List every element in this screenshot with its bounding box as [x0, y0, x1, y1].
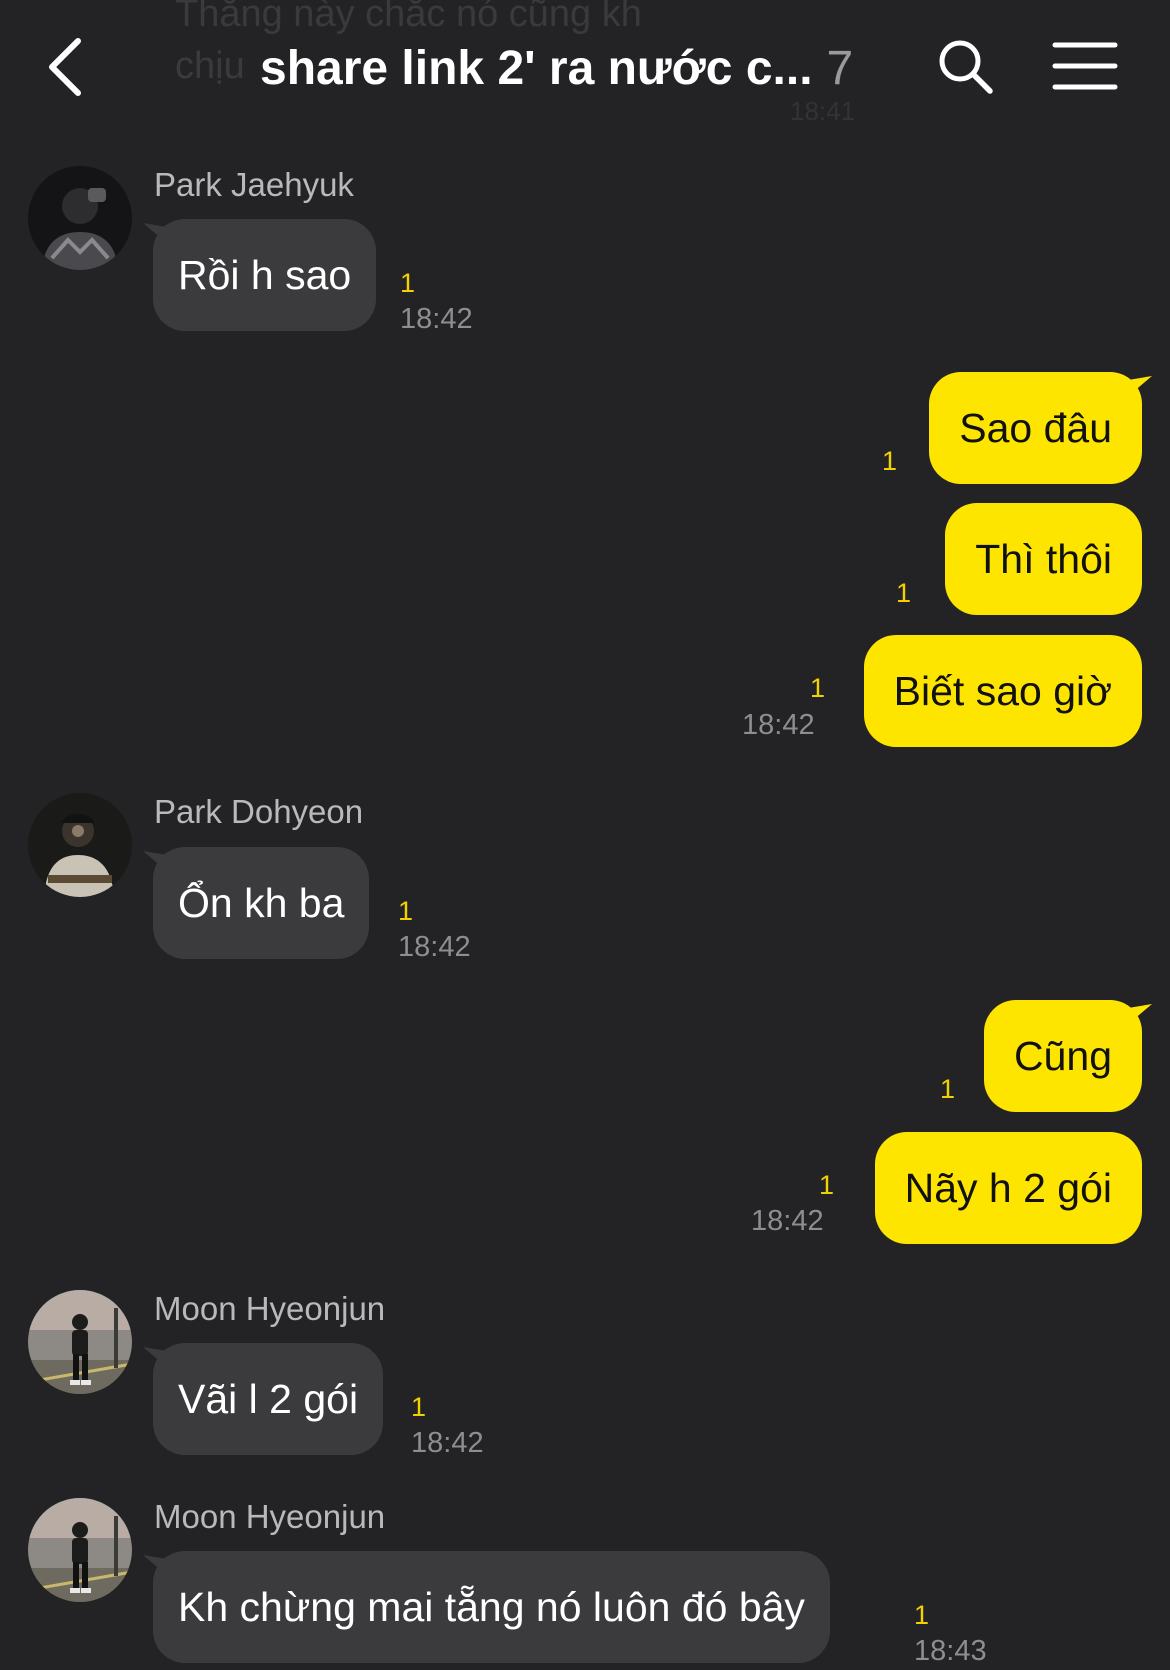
unread-count: 1 — [411, 1392, 427, 1422]
sender-name: Park Dohyeon — [154, 793, 364, 830]
avatar-park-dohyeon[interactable] — [28, 793, 132, 897]
sender-name: Moon Hyeonjun — [154, 1290, 386, 1327]
unread-count: 1 — [882, 446, 898, 476]
profile-photo — [28, 793, 132, 897]
message-bubble-outgoing[interactable]: Cũng — [983, 1000, 1142, 1112]
message-bubble-incoming[interactable]: Kh chừng mai tẵng nó luôn đó bây — [153, 1551, 830, 1663]
unread-count: 1 — [398, 896, 414, 926]
message-bubble-outgoing[interactable]: Biết sao giờ — [863, 635, 1142, 747]
hamburger-menu-icon — [1052, 42, 1118, 90]
profile-photo — [28, 166, 132, 270]
back-button[interactable] — [42, 35, 92, 99]
message-bubble-incoming[interactable]: Rồi h sao — [153, 219, 377, 331]
unread-count: 1 — [914, 1600, 930, 1630]
message-time: 18:42 — [751, 1205, 824, 1237]
chevron-left-icon — [49, 38, 81, 96]
menu-button[interactable] — [1052, 40, 1118, 92]
unread-count: 1 — [896, 578, 912, 608]
message-bubble-outgoing[interactable]: Sao đâu — [929, 372, 1142, 484]
avatar-moon-hyeonjun[interactable] — [28, 1498, 132, 1602]
profile-photo — [28, 1290, 132, 1394]
message-bubble-incoming[interactable]: Ổn kh ba — [153, 847, 370, 959]
message-bubble-incoming[interactable]: Vãi l 2 gói — [153, 1343, 384, 1455]
sender-name: Moon Hyeonjun — [154, 1498, 386, 1535]
search-button[interactable] — [935, 36, 995, 96]
message-time: 18:42 — [400, 303, 473, 335]
unread-count: 1 — [940, 1074, 956, 1104]
sender-name: Park Jaehyuk — [154, 166, 354, 203]
avatar-moon-hyeonjun[interactable] — [28, 1290, 132, 1394]
avatar-park-jaehyuk[interactable] — [28, 166, 132, 270]
message-bubble-outgoing[interactable]: Nãy h 2 gói — [874, 1132, 1142, 1244]
chat-header: Thằng này chắc nó cũng kh chịu 18:41 sha… — [0, 0, 1170, 135]
message-bubble-outgoing[interactable]: Thì thôi — [945, 503, 1142, 615]
unread-count: 1 — [400, 268, 416, 298]
search-icon — [939, 40, 993, 94]
message-time: 18:42 — [411, 1427, 484, 1459]
chat-title-area[interactable]: share link 2' ra nước c... 7 — [260, 38, 853, 98]
message-time: 18:43 — [914, 1635, 987, 1667]
unread-count: 1 — [810, 673, 826, 703]
message-time: 18:42 — [742, 709, 815, 741]
profile-photo — [28, 1498, 132, 1602]
message-time: 18:42 — [398, 931, 471, 963]
unread-count: 1 — [819, 1170, 835, 1200]
chat-title: share link 2' ra nước c... — [260, 41, 813, 95]
scrolled-message-time: 18:41 — [790, 96, 856, 126]
member-count: 7 — [826, 41, 854, 95]
